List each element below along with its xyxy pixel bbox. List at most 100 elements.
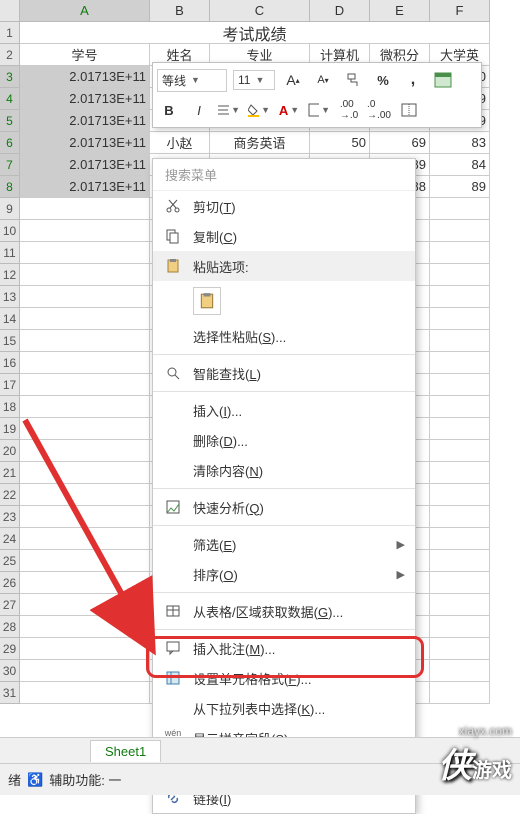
col-header-B[interactable]: B	[150, 0, 210, 22]
format-painter-button[interactable]	[341, 68, 365, 92]
empty-cell[interactable]	[20, 550, 150, 572]
cond-format-button[interactable]	[431, 68, 455, 92]
row-header[interactable]: 16	[0, 352, 20, 374]
empty-cell[interactable]	[20, 396, 150, 418]
empty-cell[interactable]	[430, 198, 490, 220]
row-header[interactable]: 15	[0, 330, 20, 352]
row-header[interactable]: 4	[0, 88, 20, 110]
empty-cell[interactable]	[430, 572, 490, 594]
row-header[interactable]: 25	[0, 550, 20, 572]
menu-item-format[interactable]: 设置单元格格式(F)...	[153, 663, 415, 693]
menu-item-i10[interactable]: 筛选(E)▶	[153, 529, 415, 559]
row-header[interactable]: 31	[0, 682, 20, 704]
menu-item-i7[interactable]: 删除(D)...	[153, 425, 415, 455]
empty-cell[interactable]	[20, 572, 150, 594]
bold-button[interactable]: B	[157, 98, 181, 122]
row-header[interactable]: 2	[0, 44, 20, 66]
empty-cell[interactable]	[430, 264, 490, 286]
font-name-select[interactable]: 等线▼	[157, 69, 227, 92]
empty-cell[interactable]	[430, 418, 490, 440]
merge-button[interactable]	[397, 98, 421, 122]
row-header[interactable]: 18	[0, 396, 20, 418]
col-header-A[interactable]: A	[20, 0, 150, 22]
comma-button[interactable]: ,	[401, 68, 425, 92]
data-cell[interactable]: 商务英语	[210, 132, 310, 154]
row-header[interactable]: 23	[0, 506, 20, 528]
menu-item-i8[interactable]: 清除内容(N)	[153, 455, 415, 485]
data-cell[interactable]: 50	[310, 132, 370, 154]
sheet-tab[interactable]: Sheet1	[90, 740, 161, 762]
empty-cell[interactable]	[430, 396, 490, 418]
empty-cell[interactable]	[430, 462, 490, 484]
italic-button[interactable]: I	[187, 98, 211, 122]
menu-item-smart[interactable]: 智能查找(L)	[153, 358, 415, 388]
decrease-font-button[interactable]: A▾	[311, 68, 335, 92]
empty-cell[interactable]	[430, 242, 490, 264]
empty-cell[interactable]	[20, 198, 150, 220]
empty-cell[interactable]	[430, 352, 490, 374]
fill-color-button[interactable]: ▼	[247, 98, 271, 122]
row-header[interactable]: 6	[0, 132, 20, 154]
data-cell[interactable]: 2.01713E+11	[20, 88, 150, 110]
row-header[interactable]: 17	[0, 374, 20, 396]
decimal-inc-button[interactable]: .00→.0	[337, 98, 361, 122]
col-header-E[interactable]: E	[370, 0, 430, 22]
menu-item-i15[interactable]: 从下拉列表中选择(K)...	[153, 693, 415, 723]
data-cell[interactable]: 83	[430, 132, 490, 154]
empty-cell[interactable]	[430, 440, 490, 462]
empty-cell[interactable]	[20, 616, 150, 638]
row-header[interactable]: 30	[0, 660, 20, 682]
row-header[interactable]: 10	[0, 220, 20, 242]
data-cell[interactable]: 89	[430, 176, 490, 198]
border-button[interactable]: ▼	[307, 98, 331, 122]
row-header[interactable]: 9	[0, 198, 20, 220]
empty-cell[interactable]	[20, 506, 150, 528]
menu-search-input[interactable]: 搜索菜单	[153, 159, 415, 191]
row-header[interactable]: 12	[0, 264, 20, 286]
data-cell[interactable]: 69	[370, 132, 430, 154]
row-header[interactable]: 21	[0, 462, 20, 484]
row-header[interactable]: 27	[0, 594, 20, 616]
row-header[interactable]: 29	[0, 638, 20, 660]
menu-item-paste-opt[interactable]	[153, 281, 415, 321]
row-header[interactable]: 14	[0, 308, 20, 330]
align-button[interactable]: ▼	[217, 98, 241, 122]
col-header-F[interactable]: F	[430, 0, 490, 22]
col-header-D[interactable]: D	[310, 0, 370, 22]
empty-cell[interactable]	[20, 308, 150, 330]
empty-cell[interactable]	[20, 352, 150, 374]
row-header[interactable]: 5	[0, 110, 20, 132]
data-cell[interactable]: 2.01713E+11	[20, 66, 150, 88]
row-header[interactable]: 8	[0, 176, 20, 198]
decimal-dec-button[interactable]: .0→.00	[367, 98, 391, 122]
row-header[interactable]: 7	[0, 154, 20, 176]
empty-cell[interactable]	[20, 660, 150, 682]
empty-cell[interactable]	[430, 506, 490, 528]
menu-item-copy[interactable]: 复制(C)	[153, 221, 415, 251]
empty-cell[interactable]	[430, 638, 490, 660]
increase-font-button[interactable]: A▴	[281, 68, 305, 92]
empty-cell[interactable]	[20, 682, 150, 704]
title-cell[interactable]: 考试成绩	[20, 22, 490, 44]
empty-cell[interactable]	[20, 440, 150, 462]
empty-cell[interactable]	[430, 286, 490, 308]
row-header[interactable]: 26	[0, 572, 20, 594]
menu-item-quick[interactable]: 快速分析(Q)	[153, 492, 415, 522]
empty-cell[interactable]	[430, 682, 490, 704]
empty-cell[interactable]	[430, 660, 490, 682]
empty-cell[interactable]	[430, 220, 490, 242]
data-cell[interactable]: 2.01713E+11	[20, 154, 150, 176]
menu-item-table[interactable]: 从表格/区域获取数据(G)...	[153, 596, 415, 626]
empty-cell[interactable]	[20, 462, 150, 484]
row-header[interactable]: 20	[0, 440, 20, 462]
empty-cell[interactable]	[430, 550, 490, 572]
data-cell[interactable]: 小赵	[150, 132, 210, 154]
row-header[interactable]: 19	[0, 418, 20, 440]
empty-cell[interactable]	[20, 594, 150, 616]
font-color-button[interactable]: A▼	[277, 98, 301, 122]
menu-item-i6[interactable]: 插入(I)...	[153, 395, 415, 425]
empty-cell[interactable]	[430, 528, 490, 550]
row-header[interactable]: 3	[0, 66, 20, 88]
menu-item-cut[interactable]: 剪切(T)	[153, 191, 415, 221]
percent-button[interactable]: %	[371, 68, 395, 92]
